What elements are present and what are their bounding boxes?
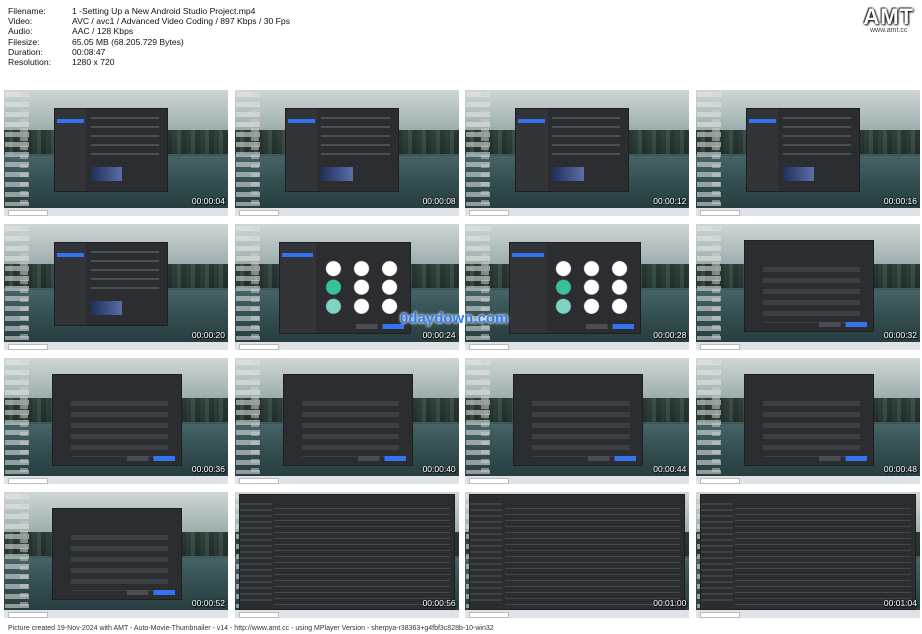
video-thumbnail: 00:00:12 xyxy=(465,90,690,216)
taskbar xyxy=(4,610,228,618)
taskbar xyxy=(4,208,228,216)
timestamp: 00:00:44 xyxy=(653,464,687,474)
ide-window xyxy=(238,494,455,610)
info-value: 65.05 MB (68.205.729 Bytes) xyxy=(72,36,184,47)
taskbar xyxy=(465,208,690,216)
taskbar xyxy=(4,342,228,350)
taskbar xyxy=(4,476,228,484)
timestamp: 00:00:52 xyxy=(191,598,225,608)
taskbar xyxy=(696,476,920,484)
file-info: Filename: 1 -Setting Up a New Android Stu… xyxy=(8,6,290,67)
info-value: 1 -Setting Up a New Android Studio Proje… xyxy=(72,6,256,16)
watermark: 0daydown.com xyxy=(400,310,509,327)
timestamp: 00:00:24 xyxy=(422,330,456,340)
info-row-video: Video: AVC / avc1 / Advanced Video Coding… xyxy=(8,16,290,26)
taskbar xyxy=(696,342,920,350)
template-window xyxy=(509,242,642,334)
ide-window xyxy=(469,494,686,610)
template-window xyxy=(278,242,411,334)
info-row-resolution: Resolution: 1280 x 720 xyxy=(8,57,290,67)
ide-window xyxy=(700,494,916,610)
video-thumbnail: 00:00:52 xyxy=(4,492,228,618)
timestamp: 00:00:08 xyxy=(422,196,456,206)
info-row-filesize: Filesize: 65.05 MB (68.205.729 Bytes) xyxy=(8,37,290,47)
video-thumbnail: 00:00:08 xyxy=(234,90,459,216)
config-window xyxy=(52,374,182,466)
video-thumbnail: 00:00:48 xyxy=(696,358,920,484)
video-thumbnail: 00:00:44 xyxy=(465,358,690,484)
info-key: Filesize: xyxy=(8,36,40,47)
video-thumbnail: 00:00:20 xyxy=(4,224,228,350)
info-row-duration: Duration: 00:08:47 xyxy=(8,47,290,57)
welcome-window xyxy=(54,108,168,192)
taskbar xyxy=(465,476,690,484)
config-window xyxy=(744,240,874,332)
video-thumbnail: 00:00:32 xyxy=(696,224,920,350)
timestamp: 00:00:04 xyxy=(191,196,225,206)
logo-url: www.amt.cc xyxy=(870,27,908,34)
video-thumbnail: 00:00:16 xyxy=(696,90,920,216)
taskbar xyxy=(696,610,920,618)
welcome-window xyxy=(746,108,860,192)
info-key: Filename: xyxy=(8,6,46,16)
taskbar xyxy=(465,342,690,350)
info-key: Video: xyxy=(8,16,33,27)
taskbar xyxy=(234,342,459,350)
video-thumbnail: 00:00:36 xyxy=(4,358,228,484)
timestamp: 00:00:36 xyxy=(191,464,225,474)
info-key: Duration: xyxy=(8,46,43,57)
config-window xyxy=(744,374,874,466)
info-key: Resolution: xyxy=(8,57,51,68)
info-value: AVC / avc1 / Advanced Video Coding / 897… xyxy=(72,16,291,27)
video-thumbnail: 00:01:00 xyxy=(465,492,690,618)
info-value: AAC / 128 Kbps xyxy=(72,26,134,37)
thumbnail-grid: 00:00:04 00:00:08 00:00:12 00:00:16 00:00:20… xyxy=(4,90,920,618)
info-row-audio: Audio: AAC / 128 Kbps xyxy=(8,26,290,36)
config-window xyxy=(52,508,182,600)
info-key: Audio: xyxy=(8,26,33,37)
timestamp: 00:01:04 xyxy=(883,598,917,608)
taskbar xyxy=(696,208,920,216)
taskbar xyxy=(234,610,459,618)
welcome-window xyxy=(284,108,399,192)
config-window xyxy=(282,374,413,466)
info-value: 1280 x 720 xyxy=(72,57,115,68)
taskbar xyxy=(234,476,459,484)
timestamp: 00:01:00 xyxy=(653,598,687,608)
amt-logo: AMT www.amt.cc xyxy=(863,4,914,34)
timestamp: 00:00:40 xyxy=(422,464,456,474)
video-thumbnail: 00:00:56 xyxy=(234,492,459,618)
timestamp: 00:00:32 xyxy=(883,330,917,340)
welcome-window xyxy=(54,242,168,326)
config-window xyxy=(513,374,644,466)
timestamp: 00:00:56 xyxy=(422,598,456,608)
video-thumbnail: 00:00:40 xyxy=(234,358,459,484)
video-thumbnail: 00:00:04 xyxy=(4,90,228,216)
video-thumbnail: 00:01:04 xyxy=(696,492,920,618)
video-thumbnail: 00:00:24 xyxy=(234,224,459,350)
timestamp: 00:00:12 xyxy=(653,196,687,206)
timestamp: 00:00:16 xyxy=(883,196,917,206)
taskbar xyxy=(465,610,690,618)
timestamp: 00:00:28 xyxy=(653,330,687,340)
welcome-window xyxy=(515,108,630,192)
taskbar xyxy=(234,208,459,216)
timestamp: 00:00:20 xyxy=(191,330,225,340)
footer-credit: Picture created 19-Nov-2024 with AMT - A… xyxy=(8,625,494,632)
info-value: 00:08:47 xyxy=(72,46,106,57)
video-thumbnail: 00:00:28 xyxy=(465,224,690,350)
info-row-filename: Filename: 1 -Setting Up a New Android Stu… xyxy=(8,6,290,16)
timestamp: 00:00:48 xyxy=(883,464,917,474)
